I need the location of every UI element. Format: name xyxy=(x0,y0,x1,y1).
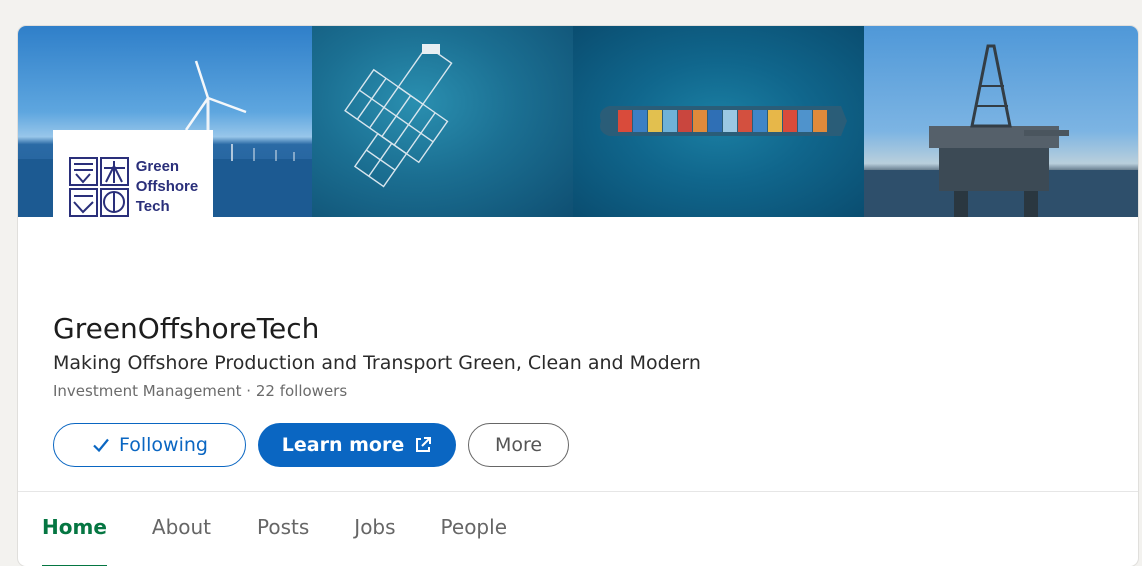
tab-posts[interactable]: Posts xyxy=(257,492,309,566)
logo-mark-icon xyxy=(68,157,129,217)
logo-word-offshore: Offshore xyxy=(135,178,199,195)
company-tagline: Making Offshore Production and Transport… xyxy=(53,352,701,374)
learn-more-button[interactable]: Learn more xyxy=(258,423,456,467)
oil-rig-image xyxy=(864,44,1138,217)
company-name: GreenOffshoreTech xyxy=(53,312,320,345)
logo-wordmark: Green Offshore Tech xyxy=(136,157,199,217)
company-meta: Investment Management · 22 followers xyxy=(53,382,348,400)
action-buttons: Following Learn more More xyxy=(53,423,569,467)
following-button[interactable]: Following xyxy=(53,423,246,467)
company-page-card: Green Offshore Tech GreenOffshoreTech Ma… xyxy=(18,26,1138,566)
logo-word-tech: Tech xyxy=(135,198,170,215)
company-logo[interactable]: Green Offshore Tech xyxy=(53,130,213,244)
container-ship-image xyxy=(600,106,847,136)
following-label: Following xyxy=(119,434,208,456)
fish-farm-image xyxy=(344,44,453,188)
tab-about[interactable]: About xyxy=(152,492,211,566)
tab-home[interactable]: Home xyxy=(42,492,107,566)
logo-word-green: Green xyxy=(135,158,180,175)
check-icon xyxy=(93,438,109,453)
banner-container-ship xyxy=(573,26,864,217)
more-button[interactable]: More xyxy=(468,423,569,467)
tab-jobs[interactable]: Jobs xyxy=(354,492,395,566)
company-tabs: Home About Posts Jobs People xyxy=(18,492,1138,566)
external-link-icon xyxy=(416,437,432,452)
banner-oil-rig xyxy=(864,26,1138,217)
tab-people[interactable]: People xyxy=(441,492,507,566)
learn-more-label: Learn more xyxy=(281,434,405,456)
banner-fish-farm xyxy=(312,26,573,217)
more-label: More xyxy=(494,434,543,456)
